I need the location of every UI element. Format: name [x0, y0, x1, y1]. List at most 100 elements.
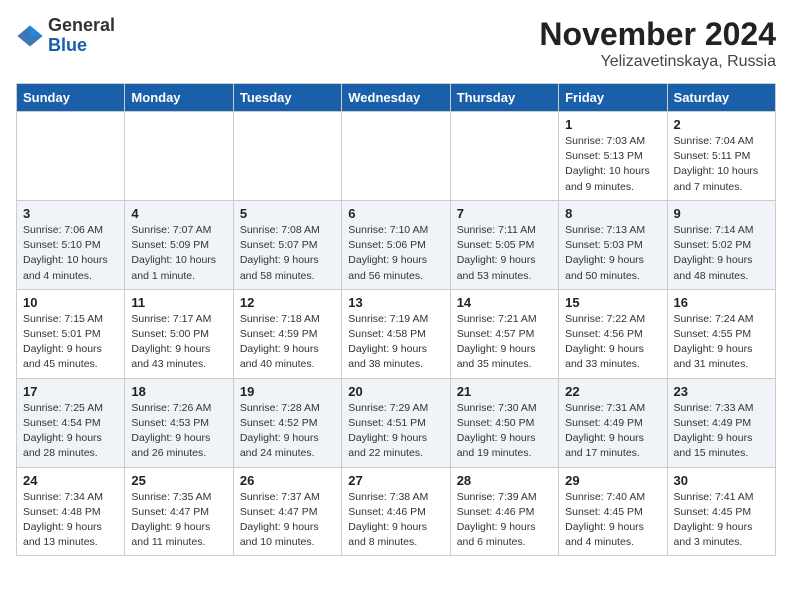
header-sunday: Sunday — [17, 84, 125, 112]
day-number: 24 — [23, 473, 118, 488]
day-info: Sunrise: 7:03 AM Sunset: 5:13 PM Dayligh… — [565, 134, 660, 195]
title-area: November 2024 Yelizavetinskaya, Russia — [539, 16, 776, 71]
calendar-cell: 6 Sunrise: 7:10 AM Sunset: 5:06 PM Daylig… — [342, 200, 450, 289]
calendar-cell: 4 Sunrise: 7:07 AM Sunset: 5:09 PM Daylig… — [125, 200, 233, 289]
day-info: Sunrise: 7:15 AM Sunset: 5:01 PM Dayligh… — [23, 312, 118, 373]
day-info: Sunrise: 7:33 AM Sunset: 4:49 PM Dayligh… — [674, 401, 769, 462]
day-number: 16 — [674, 295, 769, 310]
calendar-cell: 14 Sunrise: 7:21 AM Sunset: 4:57 PM Dayli… — [450, 289, 558, 378]
calendar-cell — [342, 112, 450, 201]
day-info: Sunrise: 7:37 AM Sunset: 4:47 PM Dayligh… — [240, 490, 335, 551]
day-info: Sunrise: 7:22 AM Sunset: 4:56 PM Dayligh… — [565, 312, 660, 373]
calendar-cell: 25 Sunrise: 7:35 AM Sunset: 4:47 PM Dayli… — [125, 467, 233, 556]
day-info: Sunrise: 7:10 AM Sunset: 5:06 PM Dayligh… — [348, 223, 443, 284]
day-info: Sunrise: 7:38 AM Sunset: 4:46 PM Dayligh… — [348, 490, 443, 551]
day-info: Sunrise: 7:18 AM Sunset: 4:59 PM Dayligh… — [240, 312, 335, 373]
calendar-cell: 18 Sunrise: 7:26 AM Sunset: 4:53 PM Dayli… — [125, 378, 233, 467]
day-number: 6 — [348, 206, 443, 221]
calendar-cell: 12Sunrise: 7:18 AM Sunset: 4:59 PM Dayli… — [233, 289, 341, 378]
calendar-cell: 1 Sunrise: 7:03 AM Sunset: 5:13 PM Daylig… — [559, 112, 667, 201]
calendar-cell: 10 Sunrise: 7:15 AM Sunset: 5:01 PM Dayli… — [17, 289, 125, 378]
calendar-header-row: SundayMondayTuesdayWednesdayThursdayFrid… — [17, 84, 776, 112]
day-number: 20 — [348, 384, 443, 399]
calendar-cell: 15 Sunrise: 7:22 AM Sunset: 4:56 PM Dayli… — [559, 289, 667, 378]
header-friday: Friday — [559, 84, 667, 112]
calendar-cell: 26 Sunrise: 7:37 AM Sunset: 4:47 PM Dayli… — [233, 467, 341, 556]
calendar-week-row: 3 Sunrise: 7:06 AM Sunset: 5:10 PM Daylig… — [17, 200, 776, 289]
header-monday: Monday — [125, 84, 233, 112]
day-info: Sunrise: 7:04 AM Sunset: 5:11 PM Dayligh… — [674, 134, 769, 195]
calendar-week-row: 24Sunrise: 7:34 AM Sunset: 4:48 PM Dayli… — [17, 467, 776, 556]
calendar-cell: 21Sunrise: 7:30 AM Sunset: 4:50 PM Dayli… — [450, 378, 558, 467]
logo-text: General Blue — [48, 16, 115, 56]
day-info: Sunrise: 7:31 AM Sunset: 4:49 PM Dayligh… — [565, 401, 660, 462]
logo-icon — [16, 22, 44, 50]
calendar-cell: 19 Sunrise: 7:28 AM Sunset: 4:52 PM Dayli… — [233, 378, 341, 467]
day-number: 8 — [565, 206, 660, 221]
location: Yelizavetinskaya, Russia — [539, 53, 776, 71]
day-number: 19 — [240, 384, 335, 399]
day-info: Sunrise: 7:29 AM Sunset: 4:51 PM Dayligh… — [348, 401, 443, 462]
day-number: 26 — [240, 473, 335, 488]
header-tuesday: Tuesday — [233, 84, 341, 112]
day-info: Sunrise: 7:06 AM Sunset: 5:10 PM Dayligh… — [23, 223, 118, 284]
day-info: Sunrise: 7:17 AM Sunset: 5:00 PM Dayligh… — [131, 312, 226, 373]
day-number: 13 — [348, 295, 443, 310]
day-info: Sunrise: 7:41 AM Sunset: 4:45 PM Dayligh… — [674, 490, 769, 551]
day-number: 3 — [23, 206, 118, 221]
logo: General Blue — [16, 16, 115, 56]
calendar-cell: 8Sunrise: 7:13 AM Sunset: 5:03 PM Daylig… — [559, 200, 667, 289]
month-title: November 2024 — [539, 16, 776, 53]
day-info: Sunrise: 7:21 AM Sunset: 4:57 PM Dayligh… — [457, 312, 552, 373]
calendar-cell: 9Sunrise: 7:14 AM Sunset: 5:02 PM Daylig… — [667, 200, 775, 289]
day-number: 28 — [457, 473, 552, 488]
day-number: 23 — [674, 384, 769, 399]
day-number: 10 — [23, 295, 118, 310]
day-number: 15 — [565, 295, 660, 310]
calendar-cell: 22 Sunrise: 7:31 AM Sunset: 4:49 PM Dayli… — [559, 378, 667, 467]
header-saturday: Saturday — [667, 84, 775, 112]
day-number: 14 — [457, 295, 552, 310]
day-number: 4 — [131, 206, 226, 221]
calendar-table: SundayMondayTuesdayWednesdayThursdayFrid… — [16, 83, 776, 556]
day-info: Sunrise: 7:40 AM Sunset: 4:45 PM Dayligh… — [565, 490, 660, 551]
day-number: 30 — [674, 473, 769, 488]
calendar-week-row: 10 Sunrise: 7:15 AM Sunset: 5:01 PM Dayli… — [17, 289, 776, 378]
calendar-cell — [450, 112, 558, 201]
calendar-cell — [233, 112, 341, 201]
day-number: 29 — [565, 473, 660, 488]
day-info: Sunrise: 7:35 AM Sunset: 4:47 PM Dayligh… — [131, 490, 226, 551]
calendar-cell: 16Sunrise: 7:24 AM Sunset: 4:55 PM Dayli… — [667, 289, 775, 378]
page-header: General Blue November 2024 Yelizavetinsk… — [16, 16, 776, 71]
day-number: 17 — [23, 384, 118, 399]
calendar-cell: 23 Sunrise: 7:33 AM Sunset: 4:49 PM Dayli… — [667, 378, 775, 467]
day-number: 9 — [674, 206, 769, 221]
day-info: Sunrise: 7:25 AM Sunset: 4:54 PM Dayligh… — [23, 401, 118, 462]
day-info: Sunrise: 7:11 AM Sunset: 5:05 PM Dayligh… — [457, 223, 552, 284]
calendar-cell: 30 Sunrise: 7:41 AM Sunset: 4:45 PM Dayli… — [667, 467, 775, 556]
calendar-cell: 20 Sunrise: 7:29 AM Sunset: 4:51 PM Dayli… — [342, 378, 450, 467]
day-info: Sunrise: 7:30 AM Sunset: 4:50 PM Dayligh… — [457, 401, 552, 462]
calendar-cell: 7Sunrise: 7:11 AM Sunset: 5:05 PM Daylig… — [450, 200, 558, 289]
day-number: 25 — [131, 473, 226, 488]
calendar-cell: 13 Sunrise: 7:19 AM Sunset: 4:58 PM Dayli… — [342, 289, 450, 378]
calendar-cell: 5Sunrise: 7:08 AM Sunset: 5:07 PM Daylig… — [233, 200, 341, 289]
day-info: Sunrise: 7:08 AM Sunset: 5:07 PM Dayligh… — [240, 223, 335, 284]
day-number: 1 — [565, 117, 660, 132]
day-info: Sunrise: 7:26 AM Sunset: 4:53 PM Dayligh… — [131, 401, 226, 462]
calendar-cell: 17 Sunrise: 7:25 AM Sunset: 4:54 PM Dayli… — [17, 378, 125, 467]
day-number: 22 — [565, 384, 660, 399]
day-info: Sunrise: 7:39 AM Sunset: 4:46 PM Dayligh… — [457, 490, 552, 551]
calendar-cell: 11Sunrise: 7:17 AM Sunset: 5:00 PM Dayli… — [125, 289, 233, 378]
day-info: Sunrise: 7:19 AM Sunset: 4:58 PM Dayligh… — [348, 312, 443, 373]
day-number: 18 — [131, 384, 226, 399]
calendar-cell: 28 Sunrise: 7:39 AM Sunset: 4:46 PM Dayli… — [450, 467, 558, 556]
calendar-week-row: 17 Sunrise: 7:25 AM Sunset: 4:54 PM Dayli… — [17, 378, 776, 467]
calendar-cell — [125, 112, 233, 201]
day-info: Sunrise: 7:28 AM Sunset: 4:52 PM Dayligh… — [240, 401, 335, 462]
day-number: 2 — [674, 117, 769, 132]
header-thursday: Thursday — [450, 84, 558, 112]
calendar-cell — [17, 112, 125, 201]
day-info: Sunrise: 7:07 AM Sunset: 5:09 PM Dayligh… — [131, 223, 226, 284]
day-number: 27 — [348, 473, 443, 488]
